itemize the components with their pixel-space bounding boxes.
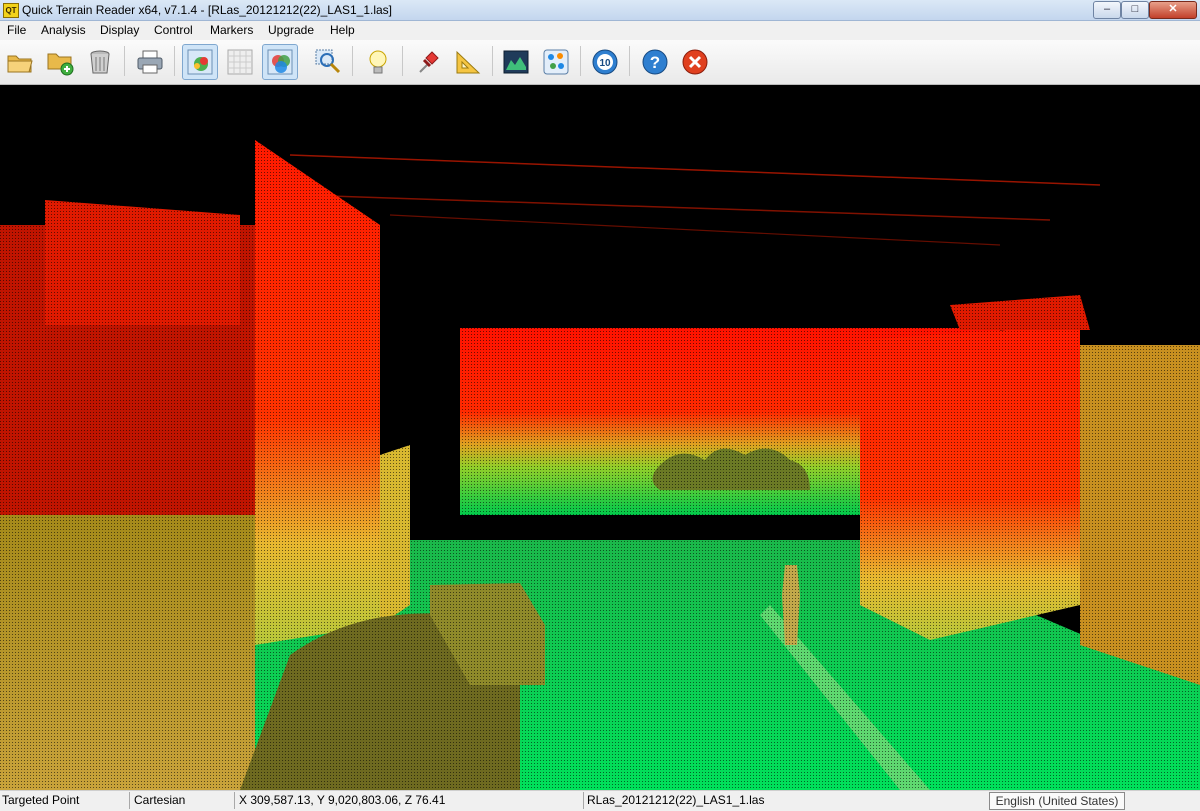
status-bar: Targeted Point Cartesian X 309,587.13, Y… <box>0 790 1200 811</box>
grid-texture-icon <box>227 49 253 75</box>
color-by-height-button[interactable] <box>182 44 218 80</box>
menu-help[interactable]: Help <box>330 23 355 37</box>
point-cloud-button[interactable] <box>538 44 574 80</box>
toolbar-separator <box>402 46 403 76</box>
open-folder-button[interactable] <box>2 44 38 80</box>
print-button[interactable] <box>132 44 168 80</box>
help-button[interactable]: ? <box>637 44 673 80</box>
open-folder-icon <box>7 55 33 73</box>
menu-display[interactable]: Display <box>100 23 139 37</box>
rgb-color-button[interactable] <box>262 44 298 80</box>
zoom-select-icon <box>315 49 341 74</box>
status-coordinates: X 309,587.13, Y 9,020,803.06, Z 76.41 <box>237 792 584 809</box>
rotate-ten-button[interactable]: 10 <box>587 44 623 80</box>
exit-button[interactable] <box>677 44 713 80</box>
menu-analysis[interactable]: Analysis <box>41 23 86 37</box>
menu-bar: File Analysis Display Control Markers Up… <box>0 21 1200 40</box>
measure-button[interactable] <box>450 44 486 80</box>
window-title: Quick Terrain Reader x64, v7.1.4 - [RLas… <box>22 3 393 17</box>
close-red-icon <box>682 49 708 75</box>
point-cloud-icon <box>543 49 569 75</box>
toolbar-separator <box>580 46 581 76</box>
add-folder-icon <box>47 53 74 76</box>
add-folder-button[interactable] <box>42 44 78 80</box>
title-bar[interactable]: QT Quick Terrain Reader x64, v7.1.4 - [R… <box>0 0 1200 21</box>
help-label: ? <box>650 53 660 72</box>
toolbar-separator <box>174 46 175 76</box>
grid-texture-button[interactable] <box>222 44 258 80</box>
language-indicator[interactable]: English (United States) <box>989 792 1125 810</box>
profile-button[interactable] <box>498 44 534 80</box>
trash-button[interactable] <box>82 44 118 80</box>
pushpin-icon <box>419 51 439 73</box>
trash-icon <box>90 50 110 74</box>
rotate-ten-label: 10 <box>599 58 611 69</box>
menu-file[interactable]: File <box>7 23 26 37</box>
print-icon <box>137 50 163 74</box>
point-cloud-render <box>0 125 1200 790</box>
maximize-button[interactable]: □ <box>1121 1 1149 19</box>
status-file-name: RLas_20121212(22)_LAS1_1.las <box>587 793 765 807</box>
point-cloud-viewport[interactable] <box>0 85 1200 790</box>
toolbar-separator <box>629 46 630 76</box>
menu-control[interactable]: Control <box>154 23 193 37</box>
minimize-button[interactable]: – <box>1093 1 1121 19</box>
menu-markers[interactable]: Markers <box>210 23 253 37</box>
profile-icon <box>503 50 529 74</box>
status-coordinate-system: Cartesian <box>132 792 235 809</box>
menu-upgrade[interactable]: Upgrade <box>268 23 314 37</box>
zoom-select-button[interactable] <box>310 44 346 80</box>
close-window-button[interactable]: ✕ <box>1149 1 1197 19</box>
pushpin-button[interactable] <box>410 44 446 80</box>
measure-triangle-icon <box>456 50 481 74</box>
app-icon: QT <box>3 3 19 18</box>
toolbar: 10 ? <box>0 40 1200 85</box>
color-by-height-icon <box>187 49 213 75</box>
toolbar-separator <box>352 46 353 76</box>
status-mode: Targeted Point <box>0 792 130 809</box>
rotate-ten-icon: 10 <box>592 49 618 75</box>
toolbar-separator <box>124 46 125 76</box>
lightbulb-button[interactable] <box>360 44 396 80</box>
help-icon: ? <box>642 49 668 75</box>
toolbar-separator <box>492 46 493 76</box>
rgb-color-icon <box>267 49 293 75</box>
lightbulb-icon <box>369 50 387 74</box>
